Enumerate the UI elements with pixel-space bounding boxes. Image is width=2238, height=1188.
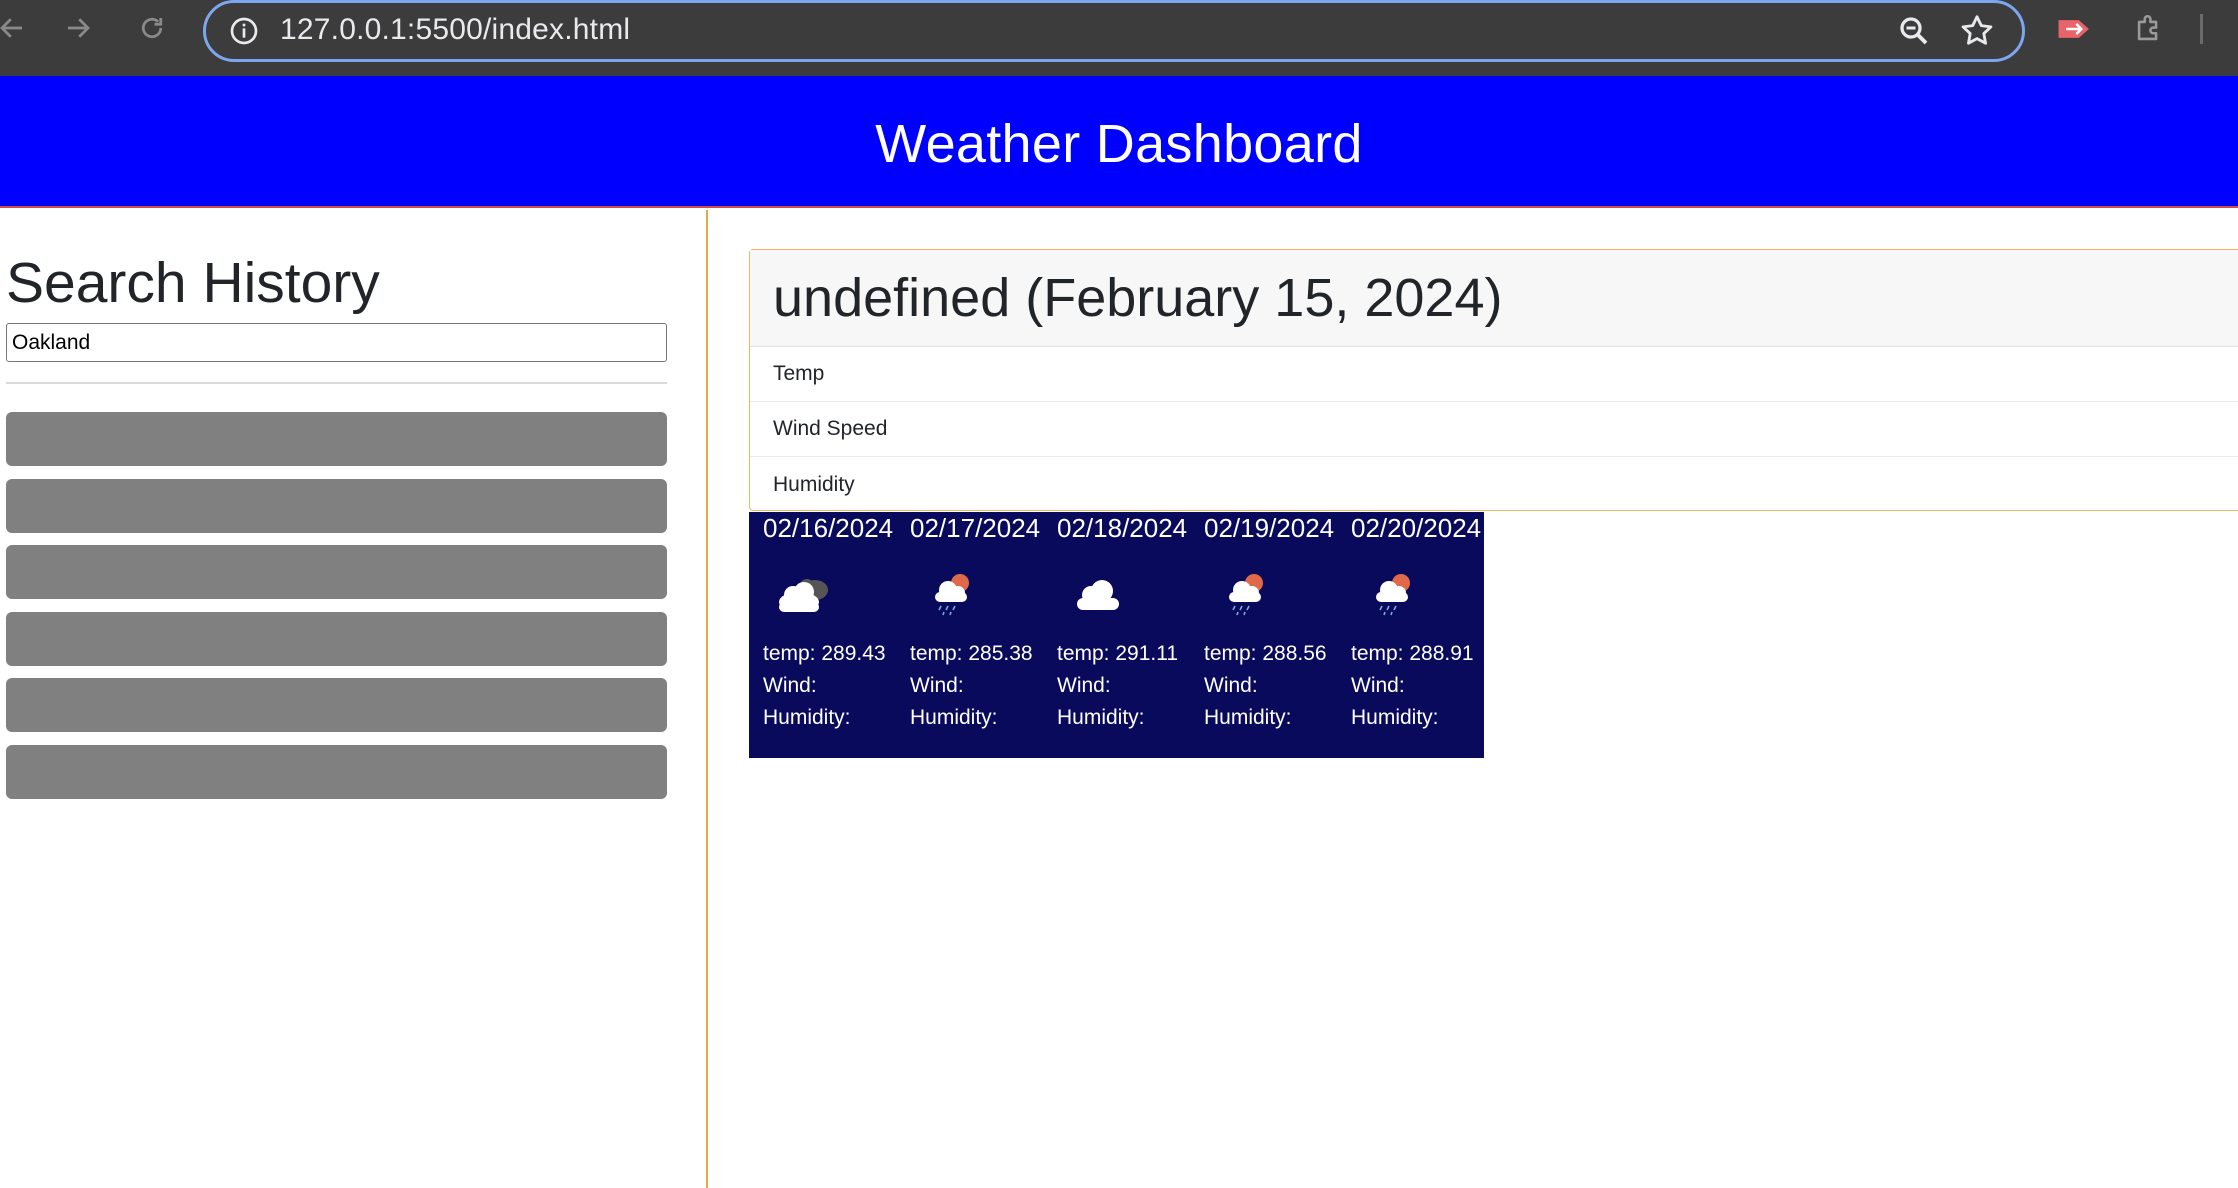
forecast-temp: temp: 289.43	[763, 642, 886, 665]
extension-record-icon[interactable]	[2056, 12, 2094, 46]
forecast-humidity: Humidity:	[763, 706, 851, 729]
history-button[interactable]	[6, 612, 667, 666]
forecast-date: 02/19/2024	[1204, 513, 1335, 543]
forecast-temp: temp: 288.56	[1204, 642, 1327, 665]
forecast-humidity: Humidity:	[1204, 706, 1292, 729]
forecast-humidity: Humidity:	[1351, 706, 1439, 729]
city-search-input[interactable]	[6, 323, 667, 362]
forecast-day: 02/17/2024 temp: 285.38 Wind: Humidity:	[896, 512, 1043, 758]
toolbar-separator	[2200, 14, 2203, 44]
zoom-icon[interactable]	[1896, 13, 1932, 49]
forecast-wind: Wind:	[1057, 674, 1111, 697]
history-button[interactable]	[6, 745, 667, 799]
history-button[interactable]	[6, 545, 667, 599]
search-sidebar: Search History	[0, 210, 706, 1188]
forecast-day: 02/18/2024 temp: 291.11 Wind: Humidity:	[1043, 512, 1190, 758]
current-weather-card: undefined (February 15, 2024) Temp Wind …	[749, 249, 2238, 511]
current-city-date: undefined (February 15, 2024)	[773, 268, 1503, 328]
reload-button[interactable]	[130, 10, 174, 46]
extensions-puzzle-icon[interactable]	[2130, 12, 2168, 46]
page-title: Weather Dashboard	[875, 114, 1363, 174]
rain-sun-icon	[935, 574, 969, 616]
forecast-temp: temp: 288.91	[1351, 642, 1474, 665]
address-bar[interactable]: 127.0.0.1:5500/index.html	[203, 0, 2025, 62]
forward-button[interactable]	[56, 10, 100, 46]
forecast-wind: Wind:	[1204, 674, 1258, 697]
current-humidity-row: Humidity	[773, 472, 855, 496]
sidebar-divider	[6, 382, 667, 384]
current-weather-header: undefined (February 15, 2024)	[750, 250, 2238, 347]
forecast-date: 02/18/2024	[1057, 513, 1188, 543]
current-temp-row: Temp	[750, 347, 2238, 402]
history-button[interactable]	[6, 479, 667, 533]
site-info-icon[interactable]	[228, 15, 260, 47]
forecast-humidity: Humidity:	[1057, 706, 1145, 729]
forecast-wind: Wind:	[763, 674, 817, 697]
app-header: Weather Dashboard	[0, 76, 2238, 208]
bookmark-star-icon[interactable]	[1958, 12, 1996, 50]
forecast-wind: Wind:	[1351, 674, 1405, 697]
forecast-date: 02/20/2024	[1351, 513, 1482, 543]
forecast-day: 02/16/2024 temp: 289.43 Wind: Humidity:	[749, 512, 896, 758]
rain-sun-icon	[1376, 574, 1410, 616]
column-divider	[706, 210, 708, 1188]
current-wind-row: Wind Speed	[750, 402, 2238, 457]
forecast-temp: temp: 291.11	[1057, 642, 1179, 665]
history-button[interactable]	[6, 412, 667, 466]
cloud-icon	[1077, 580, 1119, 610]
browser-toolbar: 127.0.0.1:5500/index.html	[0, 0, 2238, 76]
history-button[interactable]	[6, 678, 667, 732]
forecast-wind: Wind:	[910, 674, 964, 697]
forecast-day: 02/19/2024 temp: 288.56 Wind: Humidity:	[1190, 512, 1337, 758]
forecast-date: 02/16/2024	[763, 513, 894, 543]
forward-arrow-icon	[68, 18, 90, 38]
forecast-temp: temp: 285.38	[910, 642, 1033, 665]
search-history-heading: Search History	[6, 251, 380, 315]
reload-icon	[141, 17, 163, 39]
forecast-strip: 02/16/2024 temp: 289.43 Wind: Humidity: …	[749, 512, 1484, 758]
forecast-day: 02/20/2024 temp: 288.91 Wind: Humidity:	[1337, 512, 1484, 758]
forecast-date: 02/17/2024	[910, 513, 1041, 543]
broken-clouds-icon	[779, 579, 828, 612]
back-arrow-icon	[0, 18, 22, 38]
url-text: 127.0.0.1:5500/index.html	[280, 13, 631, 46]
rain-sun-icon	[1229, 574, 1263, 616]
forecast-humidity: Humidity:	[910, 706, 998, 729]
back-button[interactable]	[0, 10, 34, 46]
